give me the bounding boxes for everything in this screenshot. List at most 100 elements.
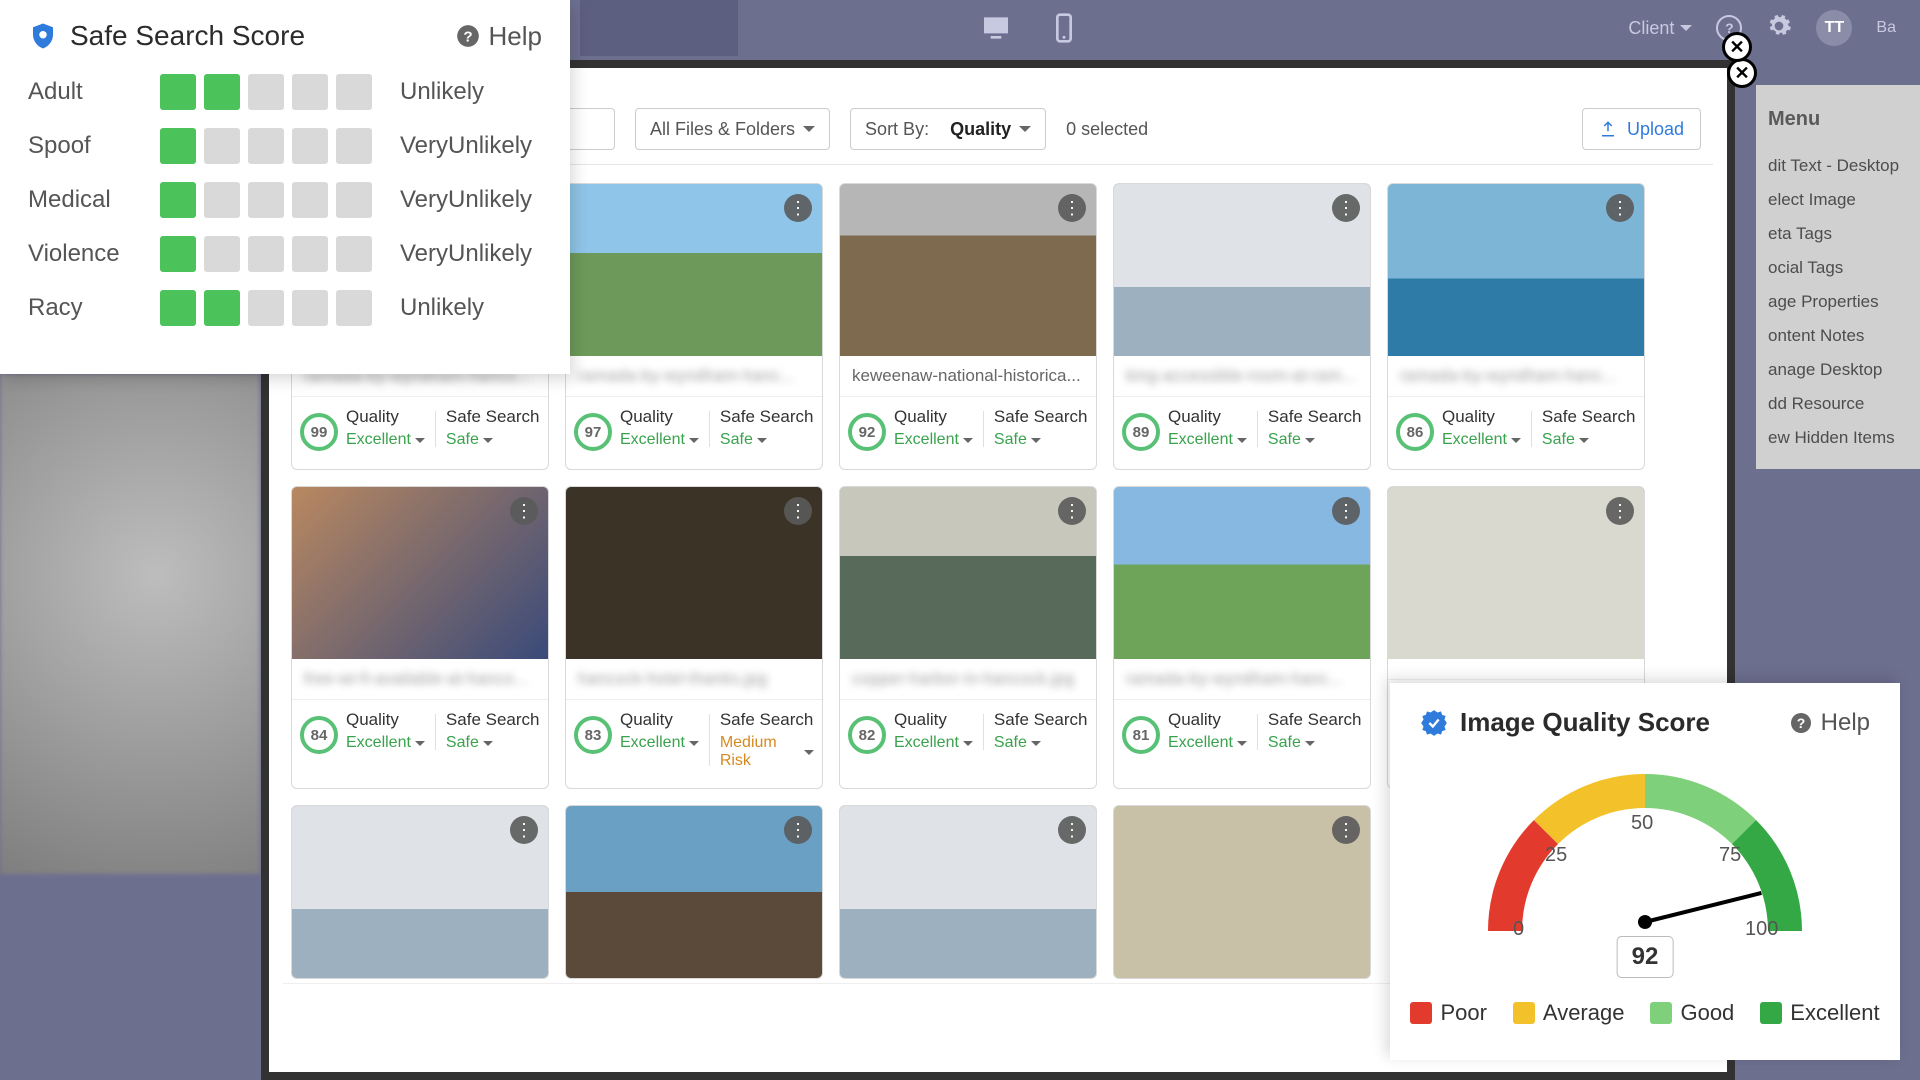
- kebab-icon[interactable]: ⋮: [1606, 497, 1634, 525]
- kebab-icon[interactable]: ⋮: [1058, 497, 1086, 525]
- files-filter-dropdown[interactable]: All Files & Folders: [635, 108, 830, 150]
- close-icon[interactable]: ✕: [1722, 32, 1752, 62]
- thumbnail[interactable]: ⋮: [840, 184, 1096, 356]
- thumbnail[interactable]: ⋮: [292, 487, 548, 659]
- shield-icon: [28, 21, 58, 51]
- kebab-icon[interactable]: ⋮: [1058, 194, 1086, 222]
- thumbnail[interactable]: ⋮: [1114, 487, 1370, 659]
- thumbnail[interactable]: ⋮: [1114, 184, 1370, 356]
- quality-value[interactable]: Excellent: [620, 431, 699, 449]
- side-menu-item[interactable]: anage Desktop: [1768, 353, 1908, 387]
- side-menu: Menu dit Text - Desktopelect Imageeta Ta…: [1756, 85, 1920, 469]
- safesearch-label: Safe Search: [446, 710, 540, 730]
- safesearch-value[interactable]: Safe: [994, 734, 1088, 752]
- quality-value[interactable]: Excellent: [1442, 431, 1521, 449]
- kebab-icon[interactable]: ⋮: [510, 816, 538, 844]
- image-card[interactable]: ⋮: [1113, 805, 1371, 979]
- upload-button[interactable]: Upload: [1582, 108, 1701, 150]
- quality-label: Quality: [346, 710, 425, 730]
- close-icon[interactable]: ✕: [1727, 58, 1757, 88]
- quality-value[interactable]: Excellent: [1168, 734, 1247, 752]
- score-block: [336, 182, 372, 218]
- image-card[interactable]: ⋮ hancock-hotel-thanks.jpg 83 Quality Ex…: [565, 486, 823, 789]
- quality-label: Quality: [1168, 710, 1247, 730]
- safesearch-value[interactable]: Safe: [994, 431, 1088, 449]
- image-card[interactable]: ⋮: [839, 805, 1097, 979]
- image-card[interactable]: ⋮ free-wi-fi-available-at-hanco... 84 Qu…: [291, 486, 549, 789]
- help-link[interactable]: ? Help: [1789, 709, 1870, 737]
- mobile-icon: [1048, 12, 1080, 44]
- score-block: [248, 236, 284, 272]
- quality-value[interactable]: Excellent: [894, 734, 973, 752]
- thumbnail[interactable]: ⋮: [1388, 487, 1644, 659]
- score-block: [160, 182, 196, 218]
- side-menu-item[interactable]: ocial Tags: [1768, 251, 1908, 285]
- quality-value[interactable]: Excellent: [620, 734, 699, 752]
- safesearch-label: Safe Search: [1268, 407, 1362, 427]
- kebab-icon[interactable]: ⋮: [1606, 194, 1634, 222]
- safesearch-value[interactable]: Safe: [1268, 734, 1362, 752]
- kebab-icon[interactable]: ⋮: [1332, 194, 1360, 222]
- kebab-icon[interactable]: ⋮: [784, 497, 812, 525]
- side-menu-item[interactable]: dd Resource: [1768, 387, 1908, 421]
- thumbnail[interactable]: ⋮: [1114, 806, 1370, 978]
- image-card[interactable]: ⋮: [291, 805, 549, 979]
- image-card[interactable]: ⋮ keweenaw-national-historica... 92 Qual…: [839, 183, 1097, 470]
- help-link[interactable]: ? Help: [455, 21, 542, 52]
- device-toggle[interactable]: [980, 12, 1080, 44]
- side-menu-item[interactable]: ew Hidden Items: [1768, 421, 1908, 455]
- safesearch-value[interactable]: Safe: [720, 431, 814, 449]
- safesearch-value[interactable]: Safe: [446, 734, 540, 752]
- thumbnail[interactable]: ⋮: [840, 806, 1096, 978]
- thumbnail[interactable]: ⋮: [566, 487, 822, 659]
- thumbnail[interactable]: ⋮: [840, 487, 1096, 659]
- safe-search-row: Violence VeryUnlikely: [28, 236, 542, 272]
- kebab-icon[interactable]: ⋮: [1332, 816, 1360, 844]
- score-block: [336, 74, 372, 110]
- avatar[interactable]: TT: [1816, 10, 1852, 46]
- image-card[interactable]: ⋮ copper-harbor-in-hancock.jpg 82 Qualit…: [839, 486, 1097, 789]
- safe-search-title: Safe Search Score: [70, 20, 443, 52]
- side-menu-item[interactable]: eta Tags: [1768, 217, 1908, 251]
- image-card[interactable]: ⋮: [565, 805, 823, 979]
- score-block: [204, 74, 240, 110]
- quality-value[interactable]: Excellent: [346, 431, 425, 449]
- image-card[interactable]: ⋮ ramada-by-wyndham-hanc... 97 Quality E…: [565, 183, 823, 470]
- kebab-icon[interactable]: ⋮: [510, 497, 538, 525]
- gauge-tick: 100: [1745, 918, 1778, 941]
- safesearch-value[interactable]: Medium Risk: [720, 734, 814, 770]
- quality-value[interactable]: Excellent: [894, 431, 973, 449]
- image-card[interactable]: ⋮ king-accessible-room-at-ram... 89 Qual…: [1113, 183, 1371, 470]
- side-menu-item[interactable]: ontent Notes: [1768, 319, 1908, 353]
- safesearch-value[interactable]: Safe: [1268, 431, 1362, 449]
- score-block: [292, 236, 328, 272]
- back-link[interactable]: Ba: [1876, 19, 1896, 37]
- score-block: [160, 236, 196, 272]
- thumbnail[interactable]: ⋮: [292, 806, 548, 978]
- side-menu-item[interactable]: dit Text - Desktop: [1768, 149, 1908, 183]
- gear-icon[interactable]: [1766, 13, 1792, 44]
- thumbnail[interactable]: ⋮: [1388, 184, 1644, 356]
- quality-value[interactable]: Excellent: [1168, 431, 1247, 449]
- kebab-icon[interactable]: ⋮: [784, 816, 812, 844]
- image-card[interactable]: ⋮ ramada-by-wyndham-hanc... 86 Quality E…: [1387, 183, 1645, 470]
- side-menu-item[interactable]: age Properties: [1768, 285, 1908, 319]
- quality-value[interactable]: Excellent: [346, 734, 425, 752]
- thumbnail[interactable]: ⋮: [566, 806, 822, 978]
- safesearch-value[interactable]: Safe: [1542, 431, 1636, 449]
- gauge-tick: 0: [1513, 918, 1524, 941]
- sort-dropdown[interactable]: Sort By: Quality: [850, 108, 1046, 150]
- image-card[interactable]: ⋮ ramada-by-wyndham-hanc... 81 Quality E…: [1113, 486, 1371, 789]
- side-menu-item[interactable]: elect Image: [1768, 183, 1908, 217]
- kebab-icon[interactable]: ⋮: [1332, 497, 1360, 525]
- kebab-icon[interactable]: ⋮: [1058, 816, 1086, 844]
- filename: king-accessible-room-at-ram...: [1114, 356, 1370, 397]
- client-dropdown[interactable]: Client: [1628, 18, 1692, 39]
- svg-text:?: ?: [1796, 715, 1805, 731]
- topbar-tab-empty: [580, 0, 738, 56]
- thumbnail[interactable]: ⋮: [566, 184, 822, 356]
- kebab-icon[interactable]: ⋮: [784, 194, 812, 222]
- safesearch-value[interactable]: Safe: [446, 431, 540, 449]
- safesearch-label: Safe Search: [720, 710, 814, 730]
- verified-icon: [1420, 709, 1448, 737]
